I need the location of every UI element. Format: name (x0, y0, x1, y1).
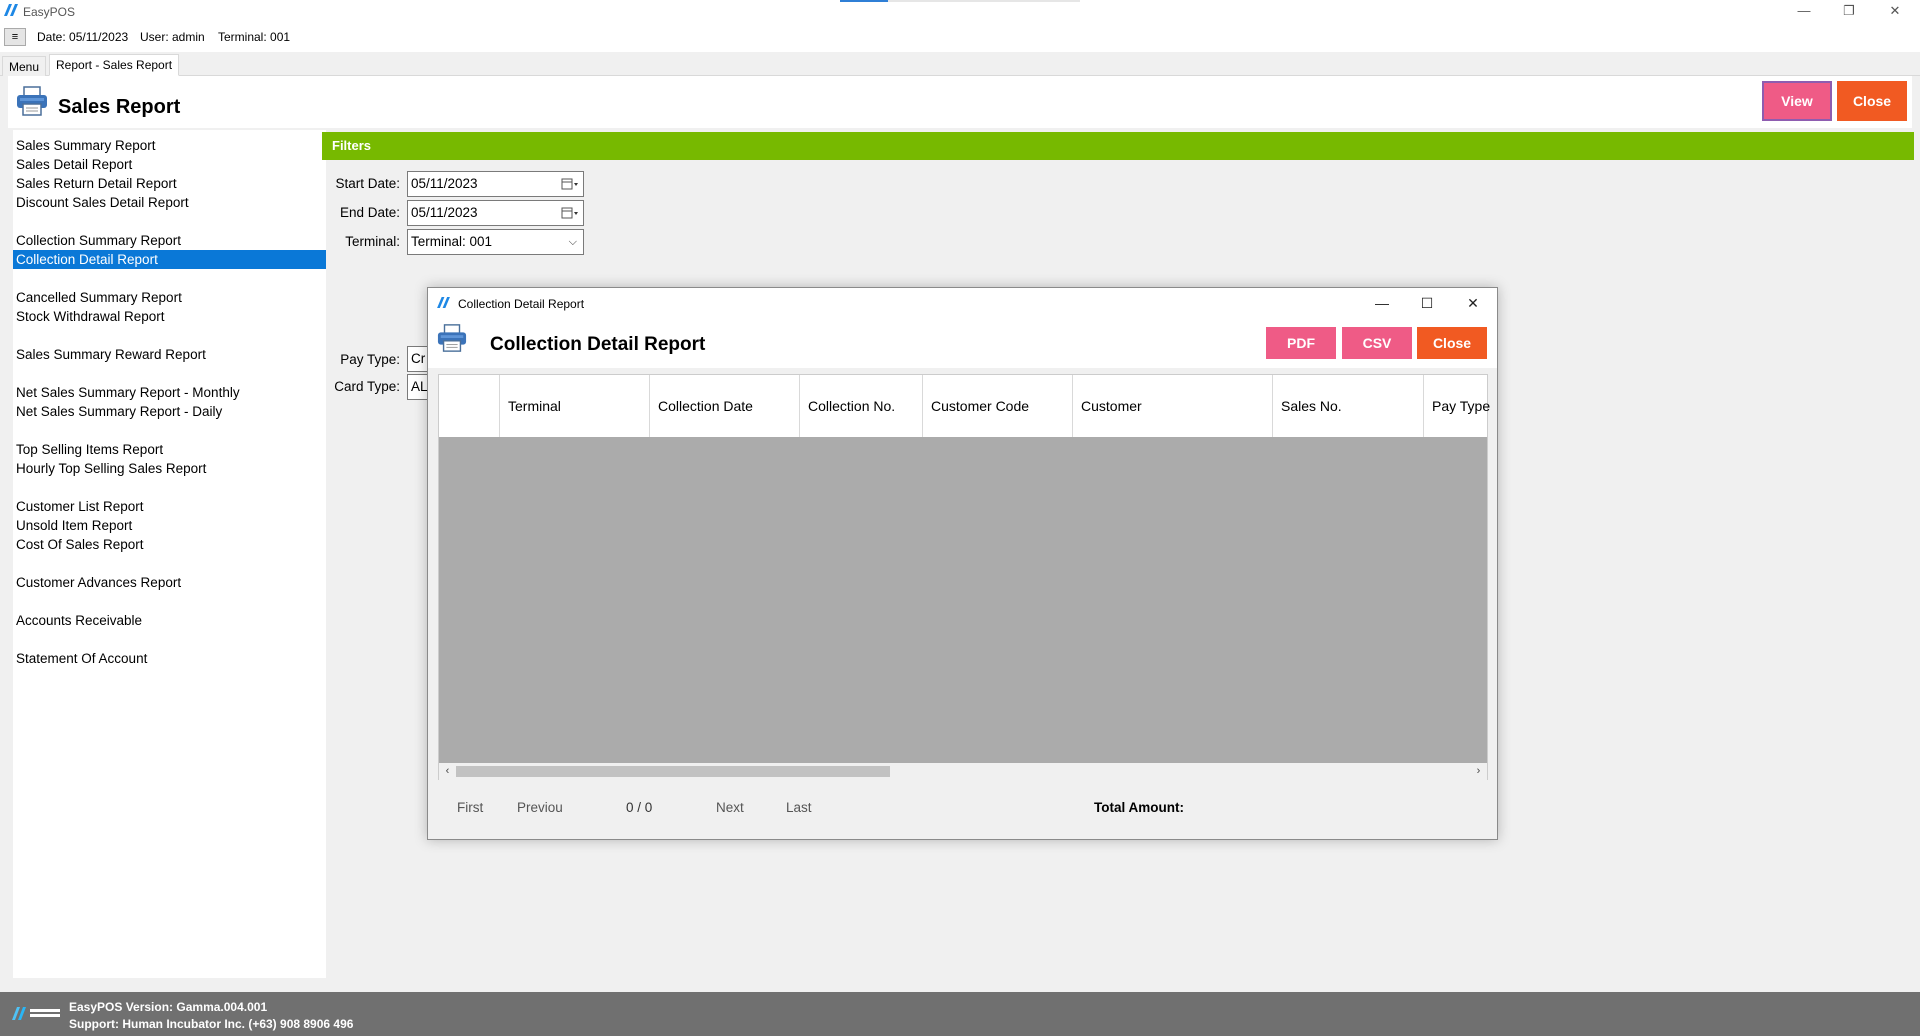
easypos-logo-icon (4, 4, 18, 16)
terminal-display: Terminal: 001 (218, 30, 291, 44)
start-date-label: Start Date: (335, 176, 400, 191)
pdf-button[interactable]: PDF (1266, 327, 1336, 359)
support-text: Support: Human Incubator Inc. (+63) 908 … (69, 1017, 354, 1031)
column-header-collection-no[interactable]: Collection No. (799, 375, 922, 437)
pay-type-label: Pay Type: (340, 352, 400, 367)
report-item-cost-of-sales[interactable]: Cost Of Sales Report (13, 535, 326, 554)
column-header-row-selector[interactable] (439, 375, 499, 437)
scrollbar-thumb[interactable] (456, 766, 890, 777)
end-date-label: End Date: (339, 205, 400, 220)
pay-type-value: Cr (411, 351, 426, 366)
next-page-button[interactable]: Next (716, 800, 744, 815)
card-type-label: Card Type: (334, 379, 400, 394)
date-display: Date: 05/11/2023 (37, 30, 129, 44)
report-item-top-selling-items[interactable]: Top Selling Items Report (13, 440, 326, 459)
report-item-unsold-item[interactable]: Unsold Item Report (13, 516, 326, 535)
terminal-label: Terminal: (345, 234, 400, 249)
report-item-net-sales-monthly[interactable]: Net Sales Summary Report - Monthly (13, 383, 326, 402)
window-titlebar: EasyPOS — ❐ ✕ (0, 0, 1920, 22)
terminal-select-value: Terminal: 001 (411, 234, 493, 249)
first-page-button[interactable]: First (457, 800, 483, 815)
close-button[interactable]: Close (1837, 81, 1907, 121)
report-item-sales-summary[interactable]: Sales Summary Report (13, 136, 326, 155)
titlebar-indicator (840, 0, 1080, 2)
report-item-cancelled-summary[interactable]: Cancelled Summary Report (13, 288, 326, 307)
report-item-sales-return-detail[interactable]: Sales Return Detail Report (13, 174, 326, 193)
page-position: 0 / 0 (626, 800, 653, 815)
end-date-value: 05/11/2023 (411, 205, 478, 220)
printer-icon (437, 324, 467, 352)
column-header-customer[interactable]: Customer (1072, 375, 1272, 437)
dialog-titlebar: Collection Detail Report — ☐ ✕ (428, 288, 1497, 318)
filters-header: Filters (322, 132, 1914, 160)
dialog-header: Collection Detail Report (428, 318, 1497, 368)
report-item-collection-detail[interactable]: Collection Detail Report (13, 250, 326, 269)
calendar-dropdown-icon[interactable] (561, 177, 579, 191)
tab-strip: Menu Report - Sales Report (0, 52, 1920, 76)
version-text: EasyPOS Version: Gamma.004.001 (69, 1000, 268, 1014)
printer-icon (17, 86, 47, 116)
report-item-stock-withdrawal[interactable]: Stock Withdrawal Report (13, 307, 326, 326)
report-item-sales-summary-reward[interactable]: Sales Summary Reward Report (13, 345, 326, 364)
total-amount-label: Total Amount: (1094, 800, 1184, 815)
info-bar: ≡ Date: 05/11/2023 User: admin Terminal:… (0, 22, 1920, 52)
csv-button[interactable]: CSV (1342, 327, 1412, 359)
view-button[interactable]: View (1762, 81, 1832, 121)
column-header-collection-date[interactable]: Collection Date (649, 375, 799, 437)
report-item-net-sales-daily[interactable]: Net Sales Summary Report - Daily (13, 402, 326, 421)
page-header: Sales Report (8, 76, 1912, 128)
calendar-dropdown-icon[interactable] (561, 206, 579, 220)
report-item-customer-advances[interactable]: Customer Advances Report (13, 573, 326, 592)
pagination-bar: First Previou 0 / 0 Next Last Total Amou… (428, 788, 1497, 828)
dialog-minimize-icon[interactable]: — (1372, 293, 1392, 313)
column-header-terminal[interactable]: Terminal (499, 375, 649, 437)
end-date-picker[interactable]: 05/11/2023 (407, 200, 584, 226)
previous-page-button[interactable]: Previou (517, 800, 563, 815)
scroll-right-icon[interactable]: › (1470, 763, 1487, 780)
dialog-maximize-icon[interactable]: ☐ (1417, 293, 1437, 313)
dialog-window-title: Collection Detail Report (458, 297, 585, 311)
start-date-value: 05/11/2023 (411, 176, 478, 191)
report-list: Sales Summary Report Sales Detail Report… (13, 130, 326, 978)
easypos-logo-icon (437, 297, 450, 308)
report-item-discount-sales-detail[interactable]: Discount Sales Detail Report (13, 193, 326, 212)
card-type-value: AL (411, 379, 428, 394)
human-incubator-logo (12, 1007, 60, 1020)
dialog-heading: Collection Detail Report (490, 334, 706, 355)
start-date-picker[interactable]: 05/11/2023 (407, 171, 584, 197)
status-footer: EasyPOS Version: Gamma.004.001 Support: … (0, 992, 1920, 1036)
dialog-close-icon[interactable]: ✕ (1463, 293, 1483, 313)
terminal-select[interactable]: Terminal: 001 ⌵ (407, 229, 584, 255)
page-title: Sales Report (58, 96, 181, 118)
menu-toggle-button[interactable]: ≡ (4, 28, 26, 46)
minimize-icon[interactable]: — (1795, 2, 1813, 20)
horizontal-scrollbar[interactable]: ‹ › (439, 763, 1487, 780)
last-page-button[interactable]: Last (786, 800, 812, 815)
collection-detail-dialog: Collection Detail Report — ☐ ✕ Collectio… (427, 287, 1498, 840)
app-title: EasyPOS (23, 5, 76, 19)
report-item-customer-list[interactable]: Customer List Report (13, 497, 326, 516)
tab-menu[interactable]: Menu (2, 56, 47, 76)
column-header-pay-type[interactable]: Pay Type (1423, 375, 1490, 437)
column-header-customer-code[interactable]: Customer Code (922, 375, 1072, 437)
user-display: User: admin (140, 30, 205, 44)
report-item-accounts-receivable[interactable]: Accounts Receivable (13, 611, 326, 630)
report-item-statement-of-account[interactable]: Statement Of Account (13, 649, 326, 668)
chevron-down-icon: ⌵ (568, 236, 577, 248)
report-item-hourly-top-selling[interactable]: Hourly Top Selling Sales Report (13, 459, 326, 478)
report-item-collection-summary[interactable]: Collection Summary Report (13, 231, 326, 250)
restore-icon[interactable]: ❐ (1840, 2, 1858, 20)
tab-sales-report[interactable]: Report - Sales Report (49, 54, 180, 76)
report-item-sales-detail[interactable]: Sales Detail Report (13, 155, 326, 174)
scroll-left-icon[interactable]: ‹ (439, 763, 456, 780)
column-header-sales-no[interactable]: Sales No. (1272, 375, 1423, 437)
close-window-icon[interactable]: ✕ (1886, 2, 1904, 20)
report-grid[interactable]: Terminal Collection Date Collection No. … (438, 374, 1490, 780)
dialog-close-button[interactable]: Close (1417, 327, 1487, 359)
grid-header: Terminal Collection Date Collection No. … (439, 375, 1490, 437)
